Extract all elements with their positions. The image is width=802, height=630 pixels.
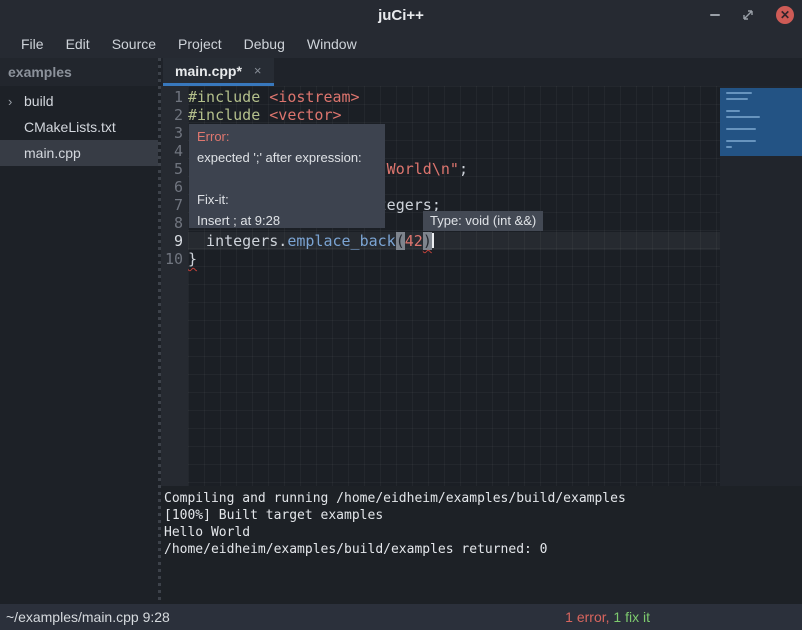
console-line: [100%] Built target examples: [164, 507, 802, 524]
tree-item-main-cpp[interactable]: main.cpp: [0, 140, 158, 166]
line-number: 2: [161, 106, 183, 124]
juci-window: juCi++ ✕ FileEditSourceProjectDebugWindo…: [0, 0, 802, 630]
code-line-2: #include <vector>: [188, 106, 720, 124]
line-number: 10: [161, 250, 183, 268]
menu-item-debug[interactable]: Debug: [233, 32, 296, 56]
error-tooltip-message: expected ';' after expression:: [197, 147, 377, 168]
status-fixit-count: 1 fix it: [613, 609, 650, 625]
minimap-line: [726, 140, 756, 142]
minimap-line: [726, 116, 760, 118]
minimap-column: [720, 86, 802, 486]
line-number: 9: [161, 232, 183, 250]
line-number: 3: [161, 124, 183, 142]
code-token: [260, 106, 269, 124]
minimap-line: [726, 110, 740, 112]
code-token: integers.: [188, 232, 287, 250]
tree-item-build[interactable]: ›build: [0, 88, 158, 114]
minimap-line: [726, 146, 732, 148]
tabbar: main.cpp* ×: [161, 58, 802, 86]
fixit-text: Insert ; at 9:28: [197, 210, 377, 231]
code-token: (: [396, 232, 405, 250]
code-token: 42: [405, 232, 423, 250]
window-title: juCi++: [0, 7, 802, 24]
minimap-line: [726, 98, 748, 100]
menu-item-edit[interactable]: Edit: [55, 32, 101, 56]
window-controls: ✕: [710, 0, 794, 30]
tree-item-label: main.cpp: [24, 145, 81, 161]
code-token: [260, 88, 269, 106]
minimap-line: [726, 92, 752, 94]
project-sidebar: examples ›build CMakeLists.txt main.cpp: [0, 58, 158, 604]
status-error-count: 1 error: [565, 609, 605, 625]
line-number: 4: [161, 142, 183, 160]
minimap[interactable]: [720, 88, 802, 156]
error-tooltip: Error: expected ';' after expression: Fi…: [189, 124, 385, 228]
menubar: FileEditSourceProjectDebugWindow: [0, 30, 802, 58]
titlebar: juCi++ ✕: [0, 0, 802, 30]
resize-icon: [742, 9, 754, 21]
code-line-9: integers.emplace_back(42): [188, 232, 720, 250]
code-token: #include: [188, 88, 260, 106]
code-line-10: }: [188, 250, 720, 268]
main-area: examples ›build CMakeLists.txt main.cpp ma…: [0, 58, 802, 604]
code-token: <iostream>: [269, 88, 359, 106]
line-number: 7: [161, 196, 183, 214]
code-token: #include: [188, 106, 260, 124]
minimize-button[interactable]: [710, 14, 720, 16]
tab-label: main.cpp*: [175, 63, 242, 79]
type-tooltip-text: Type: void (int &&): [430, 213, 536, 228]
fixit-label: Fix-it:: [197, 189, 377, 210]
menu-item-project[interactable]: Project: [167, 32, 233, 56]
line-number: 8: [161, 214, 183, 232]
line-number: 1: [161, 88, 183, 106]
type-tooltip: Type: void (int &&): [423, 211, 543, 231]
close-icon: ✕: [780, 9, 790, 21]
status-diagnostics: 1 error, 1 fix it: [565, 609, 650, 625]
console-line: /home/eidheim/examples/build/examples re…: [164, 541, 802, 558]
line-number: 6: [161, 178, 183, 196]
minimap-line: [726, 128, 756, 130]
tree-item-label: CMakeLists.txt: [24, 119, 116, 135]
code-token: <vector>: [269, 106, 341, 124]
code-line-1: #include <iostream>: [188, 88, 720, 106]
console-line: Hello World: [164, 524, 802, 541]
line-number: 5: [161, 160, 183, 178]
tab-close-icon[interactable]: ×: [254, 64, 262, 77]
file-tree: ›build CMakeLists.txt main.cpp: [0, 86, 158, 166]
menu-item-source[interactable]: Source: [101, 32, 167, 56]
build-output-console[interactable]: Compiling and running /home/eidheim/exam…: [161, 486, 802, 604]
menu-item-file[interactable]: File: [10, 32, 55, 56]
maximize-button[interactable]: [742, 9, 754, 21]
line-number-gutter: 12345678910: [161, 86, 188, 486]
project-name: examples: [0, 58, 158, 86]
code-token: ): [423, 232, 432, 250]
code-token: ;: [459, 160, 468, 178]
tab-main-cpp[interactable]: main.cpp* ×: [163, 58, 274, 86]
statusbar: ~/examples/main.cpp 9:28 1 error, 1 fix …: [0, 604, 802, 630]
status-file-position: ~/examples/main.cpp 9:28: [0, 609, 565, 625]
code-token: }: [188, 250, 197, 268]
menu-item-window[interactable]: Window: [296, 32, 368, 56]
tree-item-label: build: [24, 93, 54, 109]
chevron-right-icon[interactable]: ›: [8, 94, 22, 109]
text-cursor: [432, 233, 434, 248]
error-tooltip-title: Error:: [197, 126, 377, 147]
code-token: emplace_back: [287, 232, 395, 250]
tree-item-cmakelists-txt[interactable]: CMakeLists.txt: [0, 114, 158, 140]
console-line: Compiling and running /home/eidheim/exam…: [164, 490, 802, 507]
close-button[interactable]: ✕: [776, 6, 794, 24]
